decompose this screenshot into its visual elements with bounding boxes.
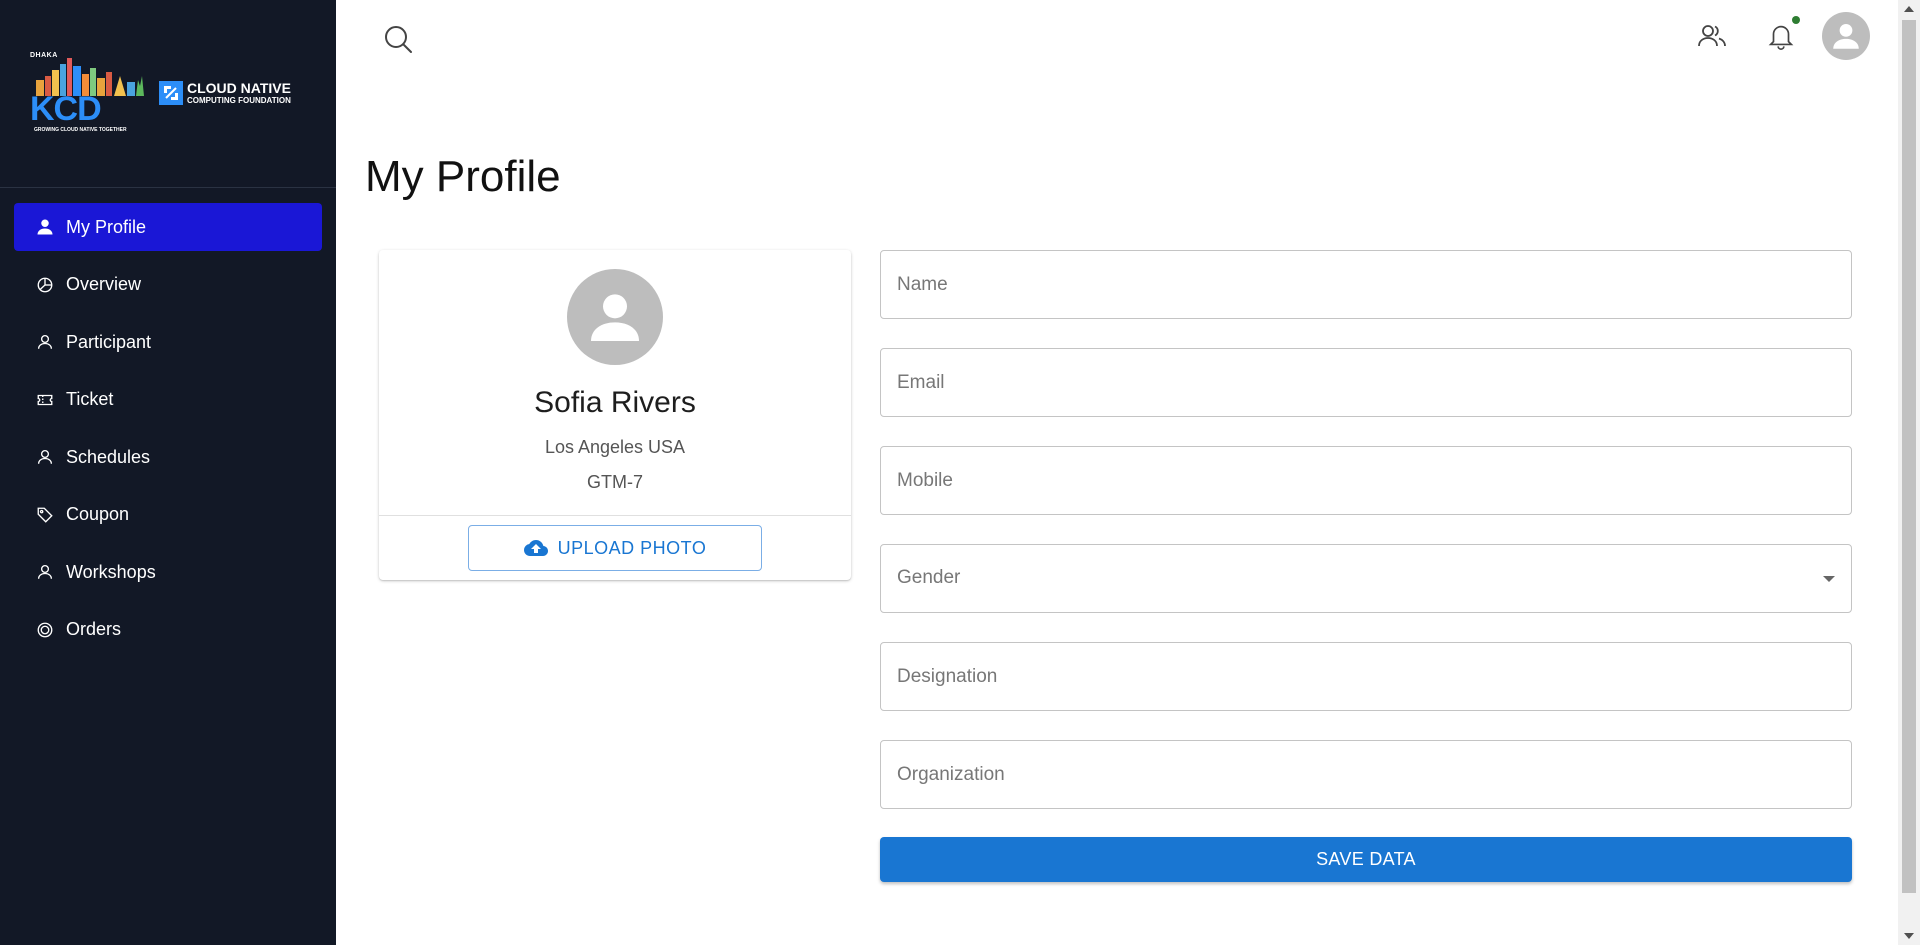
header-actions — [1663, 12, 1870, 60]
scroll-down-arrow[interactable] — [1904, 933, 1914, 939]
organization-field[interactable] — [881, 741, 1851, 808]
person-outline-icon — [36, 448, 54, 466]
sidebar-item-ticket[interactable]: Ticket — [14, 376, 322, 424]
sidebar-item-label: Schedules — [66, 446, 151, 467]
sidebar-item-label: Workshops — [66, 561, 156, 582]
sidebar-nav: My Profile Overview Participant Ticket S… — [14, 203, 322, 663]
profile-location: Los Angeles USA — [544, 437, 686, 457]
vertical-scrollbar[interactable] — [1898, 0, 1920, 945]
sidebar-item-participant[interactable]: Participant — [14, 318, 322, 366]
mobile-field-container — [880, 446, 1852, 515]
sidebar: DHAKA KCD GROWING CLOUD NATIVE TOGETHER — [0, 0, 336, 945]
cncf-title: CLOUD NATIVE — [187, 80, 291, 96]
sidebar-item-schedules[interactable]: Schedules — [14, 433, 322, 481]
search-button[interactable] — [383, 24, 415, 56]
kcd-wordmark: KCD — [30, 90, 102, 128]
organization-field-container — [880, 740, 1852, 809]
designation-field-container — [880, 642, 1852, 711]
sidebar-item-overview[interactable]: Overview — [14, 261, 322, 309]
gender-select-label: Gender — [897, 567, 961, 588]
sidebar-item-orders[interactable]: Orders — [14, 606, 322, 654]
notifications-button[interactable] — [1761, 16, 1801, 56]
person-icon — [1833, 23, 1859, 49]
notification-dot — [1792, 16, 1800, 24]
profile-name: Sofia Rivers — [534, 386, 696, 419]
scroll-up-arrow[interactable] — [1904, 6, 1914, 12]
profile-timezone: GTM-7 — [587, 472, 643, 492]
cloud-upload-icon — [523, 540, 548, 556]
person-icon — [36, 218, 54, 236]
mobile-field[interactable] — [881, 447, 1851, 514]
tag-icon — [36, 506, 54, 524]
kcd-tagline: GROWING CLOUD NATIVE TOGETHER — [34, 127, 127, 133]
sidebar-item-label: Coupon — [66, 504, 130, 524]
sidebar-item-label: Orders — [66, 619, 122, 639]
name-field-container — [880, 250, 1852, 319]
upload-photo-label: UPLOAD PHOTO — [557, 537, 707, 558]
account-avatar[interactable] — [1822, 12, 1870, 60]
sidebar-item-coupon[interactable]: Coupon — [14, 491, 322, 539]
page-title: My Profile — [365, 152, 561, 201]
kcd-dhaka-logo[interactable]: DHAKA KCD GROWING CLOUD NATIVE TOGETHER — [30, 52, 148, 134]
profile-avatar — [567, 269, 663, 365]
person-outline-icon — [36, 563, 54, 581]
cncf-subtitle: COMPUTING FOUNDATION — [187, 96, 291, 105]
ticket-icon — [36, 391, 54, 409]
sidebar-item-label: Overview — [66, 274, 142, 294]
name-field[interactable] — [881, 251, 1851, 318]
upload-photo-button[interactable]: UPLOAD PHOTO — [468, 525, 762, 571]
card-divider — [379, 515, 851, 516]
sidebar-item-label: Participant — [66, 331, 152, 352]
designation-field[interactable] — [881, 643, 1851, 710]
sidebar-item-label: My Profile — [66, 216, 147, 237]
cncf-logo[interactable]: CLOUD NATIVE COMPUTING FOUNDATION — [159, 80, 309, 108]
caret-down-icon — [1823, 576, 1835, 582]
search-icon — [385, 26, 412, 53]
contacts-button[interactable] — [1692, 16, 1732, 56]
person-icon — [591, 294, 639, 341]
profile-form: Gender SAVE DATA — [880, 250, 1852, 882]
email-field-container — [880, 348, 1852, 417]
scroll-thumb[interactable] — [1902, 20, 1916, 893]
gender-select[interactable]: Gender — [880, 544, 1852, 613]
target-icon — [36, 621, 54, 639]
pie-chart-icon — [36, 276, 54, 294]
person-outline-icon — [36, 333, 54, 351]
users-icon — [1698, 25, 1726, 47]
logo-area: DHAKA KCD GROWING CLOUD NATIVE TOGETHER — [0, 0, 336, 188]
bell-icon — [1768, 25, 1794, 50]
email-field[interactable] — [881, 349, 1851, 416]
cncf-icon — [159, 81, 183, 105]
sidebar-item-workshops[interactable]: Workshops — [14, 548, 322, 596]
save-data-button[interactable]: SAVE DATA — [880, 837, 1852, 882]
sidebar-item-label: Ticket — [66, 389, 114, 409]
profile-card: Sofia Rivers Los Angeles USA GTM-7 UPLOA… — [379, 250, 851, 580]
sidebar-item-my-profile[interactable]: My Profile — [14, 203, 322, 251]
